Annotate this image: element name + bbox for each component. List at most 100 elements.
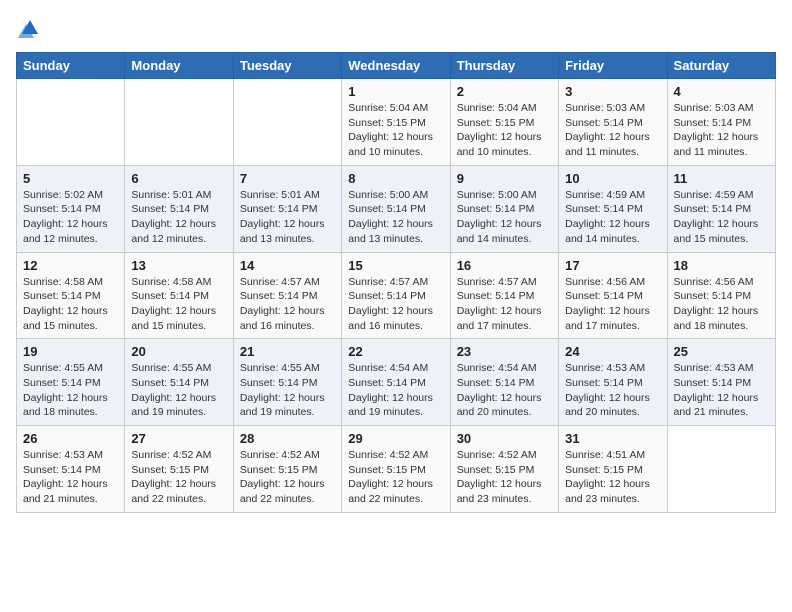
- calendar-cell: 4Sunrise: 5:03 AM Sunset: 5:14 PM Daylig…: [667, 79, 775, 166]
- calendar-cell: 6 Sunrise: 5:01 AM Sunset: 5:14 PM Daylig…: [125, 165, 233, 252]
- calendar-day-header: Monday: [125, 53, 233, 79]
- day-number: 25: [674, 344, 769, 359]
- calendar-cell: 5Sunrise: 5:02 AM Sunset: 5:14 PM Daylig…: [17, 165, 125, 252]
- day-info: Sunrise: 4:59 AM Sunset: 5:14 PM Dayligh…: [565, 188, 660, 247]
- day-number: 5: [23, 171, 118, 186]
- day-number: 10: [565, 171, 660, 186]
- day-info: Sunrise: 5:03 AM Sunset: 5:14 PM Dayligh…: [674, 101, 769, 160]
- day-info: Sunrise: 5:04 AM Sunset: 5:15 PM Dayligh…: [457, 101, 552, 160]
- header: [16, 16, 776, 40]
- day-number: 16: [457, 258, 552, 273]
- calendar-cell: 15 Sunrise: 4:57 AM Sunset: 5:14 PM Dayli…: [342, 252, 450, 339]
- page: SundayMondayTuesdayWednesdayThursdayFrid…: [0, 0, 792, 529]
- day-info: Sunrise: 4:55 AM Sunset: 5:14 PM Dayligh…: [131, 361, 226, 420]
- day-number: 23: [457, 344, 552, 359]
- calendar: SundayMondayTuesdayWednesdayThursdayFrid…: [16, 52, 776, 513]
- day-number: 7: [240, 171, 335, 186]
- day-info: Sunrise: 5:01 AM Sunset: 5:14 PM Dayligh…: [131, 188, 226, 247]
- day-info: Sunrise: 4:53 AM Sunset: 5:14 PM Dayligh…: [23, 448, 118, 507]
- day-info: Sunrise: 5:04 AM Sunset: 5:15 PM Dayligh…: [348, 101, 443, 160]
- day-info: Sunrise: 5:01 AM Sunset: 5:14 PM Dayligh…: [240, 188, 335, 247]
- calendar-week-row: 12 Sunrise: 4:58 AM Sunset: 5:14 PM Dayli…: [17, 252, 776, 339]
- day-number: 21: [240, 344, 335, 359]
- day-info: Sunrise: 4:53 AM Sunset: 5:14 PM Dayligh…: [674, 361, 769, 420]
- day-info: Sunrise: 4:57 AM Sunset: 5:14 PM Dayligh…: [240, 275, 335, 334]
- day-number: 14: [240, 258, 335, 273]
- day-number: 28: [240, 431, 335, 446]
- day-info: Sunrise: 5:00 AM Sunset: 5:14 PM Dayligh…: [348, 188, 443, 247]
- day-info: Sunrise: 4:56 AM Sunset: 5:14 PM Dayligh…: [674, 275, 769, 334]
- day-info: Sunrise: 4:56 AM Sunset: 5:14 PM Dayligh…: [565, 275, 660, 334]
- calendar-cell: 16 Sunrise: 4:57 AM Sunset: 5:14 PM Dayli…: [450, 252, 558, 339]
- day-number: 26: [23, 431, 118, 446]
- calendar-cell: 28 Sunrise: 4:52 AM Sunset: 5:15 PM Dayli…: [233, 426, 341, 513]
- logo: [16, 16, 42, 40]
- logo-icon: [18, 16, 42, 40]
- calendar-cell: 24 Sunrise: 4:53 AM Sunset: 5:14 PM Dayli…: [559, 339, 667, 426]
- calendar-cell: 30Sunrise: 4:52 AM Sunset: 5:15 PM Dayli…: [450, 426, 558, 513]
- calendar-cell: 3 Sunrise: 5:03 AM Sunset: 5:14 PM Daylig…: [559, 79, 667, 166]
- day-info: Sunrise: 5:00 AM Sunset: 5:14 PM Dayligh…: [457, 188, 552, 247]
- day-number: 3: [565, 84, 660, 99]
- day-number: 18: [674, 258, 769, 273]
- day-number: 15: [348, 258, 443, 273]
- calendar-cell: 26 Sunrise: 4:53 AM Sunset: 5:14 PM Dayli…: [17, 426, 125, 513]
- calendar-cell: 10 Sunrise: 4:59 AM Sunset: 5:14 PM Dayli…: [559, 165, 667, 252]
- calendar-cell: 14 Sunrise: 4:57 AM Sunset: 5:14 PM Dayli…: [233, 252, 341, 339]
- day-info: Sunrise: 4:52 AM Sunset: 5:15 PM Dayligh…: [457, 448, 552, 507]
- calendar-cell: 1 Sunrise: 5:04 AM Sunset: 5:15 PM Daylig…: [342, 79, 450, 166]
- calendar-cell: 12 Sunrise: 4:58 AM Sunset: 5:14 PM Dayli…: [17, 252, 125, 339]
- calendar-cell: 27Sunrise: 4:52 AM Sunset: 5:15 PM Dayli…: [125, 426, 233, 513]
- day-info: Sunrise: 4:54 AM Sunset: 5:14 PM Dayligh…: [457, 361, 552, 420]
- day-number: 29: [348, 431, 443, 446]
- day-info: Sunrise: 4:53 AM Sunset: 5:14 PM Dayligh…: [565, 361, 660, 420]
- day-number: 22: [348, 344, 443, 359]
- calendar-cell: [233, 79, 341, 166]
- calendar-cell: 11 Sunrise: 4:59 AM Sunset: 5:14 PM Dayli…: [667, 165, 775, 252]
- day-info: Sunrise: 4:58 AM Sunset: 5:14 PM Dayligh…: [23, 275, 118, 334]
- day-info: Sunrise: 5:03 AM Sunset: 5:14 PM Dayligh…: [565, 101, 660, 160]
- calendar-cell: 2Sunrise: 5:04 AM Sunset: 5:15 PM Daylig…: [450, 79, 558, 166]
- calendar-day-header: Sunday: [17, 53, 125, 79]
- day-info: Sunrise: 4:55 AM Sunset: 5:14 PM Dayligh…: [23, 361, 118, 420]
- day-info: Sunrise: 4:57 AM Sunset: 5:14 PM Dayligh…: [457, 275, 552, 334]
- calendar-day-header: Saturday: [667, 53, 775, 79]
- calendar-week-row: 26 Sunrise: 4:53 AM Sunset: 5:14 PM Dayli…: [17, 426, 776, 513]
- calendar-cell: 18 Sunrise: 4:56 AM Sunset: 5:14 PM Dayli…: [667, 252, 775, 339]
- calendar-week-row: 1 Sunrise: 5:04 AM Sunset: 5:15 PM Daylig…: [17, 79, 776, 166]
- day-info: Sunrise: 4:54 AM Sunset: 5:14 PM Dayligh…: [348, 361, 443, 420]
- calendar-day-header: Tuesday: [233, 53, 341, 79]
- day-info: Sunrise: 4:52 AM Sunset: 5:15 PM Dayligh…: [240, 448, 335, 507]
- calendar-week-row: 5Sunrise: 5:02 AM Sunset: 5:14 PM Daylig…: [17, 165, 776, 252]
- day-number: 31: [565, 431, 660, 446]
- day-number: 9: [457, 171, 552, 186]
- calendar-cell: 31Sunrise: 4:51 AM Sunset: 5:15 PM Dayli…: [559, 426, 667, 513]
- day-info: Sunrise: 4:52 AM Sunset: 5:15 PM Dayligh…: [348, 448, 443, 507]
- day-number: 12: [23, 258, 118, 273]
- calendar-cell: 20Sunrise: 4:55 AM Sunset: 5:14 PM Dayli…: [125, 339, 233, 426]
- calendar-cell: 7 Sunrise: 5:01 AM Sunset: 5:14 PM Daylig…: [233, 165, 341, 252]
- calendar-cell: 17Sunrise: 4:56 AM Sunset: 5:14 PM Dayli…: [559, 252, 667, 339]
- day-number: 24: [565, 344, 660, 359]
- calendar-day-header: Thursday: [450, 53, 558, 79]
- day-info: Sunrise: 4:59 AM Sunset: 5:14 PM Dayligh…: [674, 188, 769, 247]
- day-number: 11: [674, 171, 769, 186]
- calendar-cell: 25 Sunrise: 4:53 AM Sunset: 5:14 PM Dayli…: [667, 339, 775, 426]
- calendar-cell: [667, 426, 775, 513]
- day-info: Sunrise: 4:57 AM Sunset: 5:14 PM Dayligh…: [348, 275, 443, 334]
- day-number: 8: [348, 171, 443, 186]
- calendar-header-row: SundayMondayTuesdayWednesdayThursdayFrid…: [17, 53, 776, 79]
- calendar-cell: 13Sunrise: 4:58 AM Sunset: 5:14 PM Dayli…: [125, 252, 233, 339]
- day-number: 27: [131, 431, 226, 446]
- day-number: 19: [23, 344, 118, 359]
- calendar-cell: 8 Sunrise: 5:00 AM Sunset: 5:14 PM Daylig…: [342, 165, 450, 252]
- day-number: 13: [131, 258, 226, 273]
- calendar-week-row: 19 Sunrise: 4:55 AM Sunset: 5:14 PM Dayli…: [17, 339, 776, 426]
- calendar-cell: 9 Sunrise: 5:00 AM Sunset: 5:14 PM Daylig…: [450, 165, 558, 252]
- day-number: 6: [131, 171, 226, 186]
- calendar-day-header: Wednesday: [342, 53, 450, 79]
- day-info: Sunrise: 4:55 AM Sunset: 5:14 PM Dayligh…: [240, 361, 335, 420]
- day-number: 1: [348, 84, 443, 99]
- calendar-cell: [125, 79, 233, 166]
- calendar-cell: 22 Sunrise: 4:54 AM Sunset: 5:14 PM Dayli…: [342, 339, 450, 426]
